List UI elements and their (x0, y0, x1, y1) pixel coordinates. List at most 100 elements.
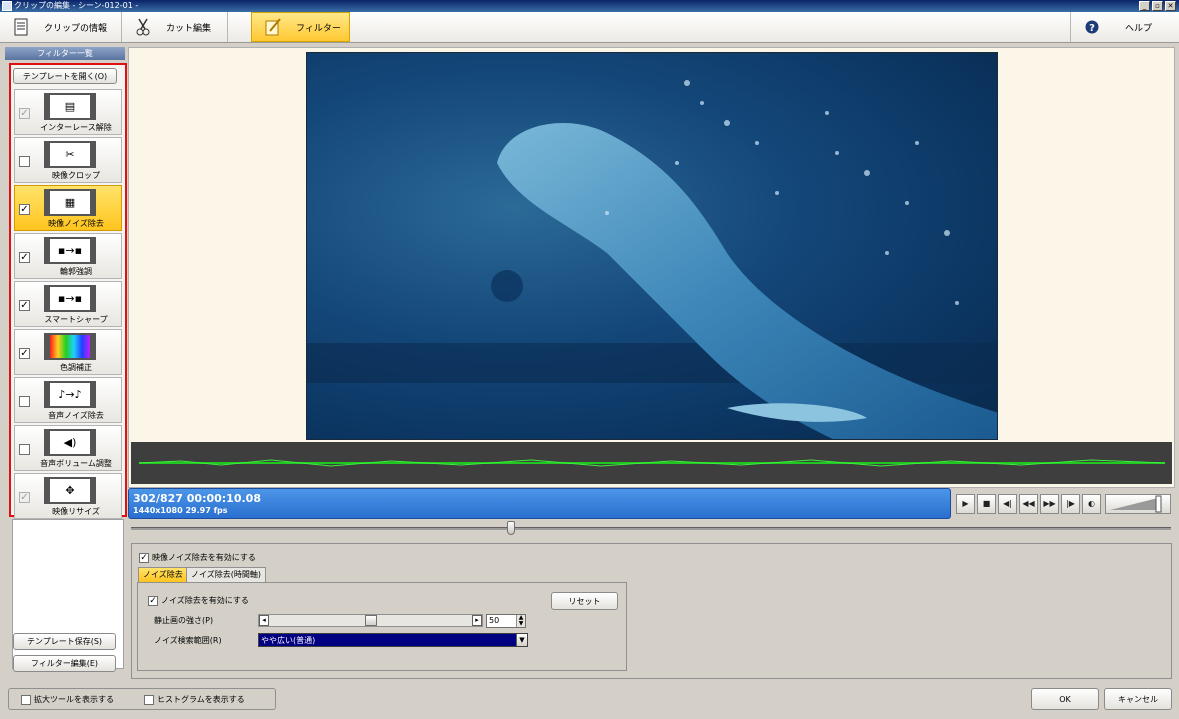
help-icon: ? (1083, 17, 1101, 37)
filter-item[interactable]: ◀) 音声ボリューム調整 (14, 425, 122, 471)
seek-track[interactable] (131, 527, 1171, 530)
zoom-tool-checkbox[interactable] (21, 694, 31, 705)
next-frame-icon: |▶ (1066, 499, 1075, 508)
filter-checkbox[interactable] (19, 156, 30, 167)
rewind-icon: ◀◀ (1022, 499, 1035, 508)
range-dropdown[interactable]: やや広い(普通) ▼ (258, 633, 528, 647)
volume-slider[interactable] (1105, 494, 1171, 514)
rewind-button[interactable]: ◀◀ (1019, 494, 1038, 514)
range-label: ノイズ検索範囲(R) (154, 636, 222, 645)
audio-noise-icon: ♪→♪ (44, 381, 96, 408)
volume-adjust-icon: ◀) (44, 429, 96, 456)
minimize-button[interactable]: _ (1139, 1, 1150, 11)
play-icon: ▶ (962, 499, 969, 508)
cancel-button[interactable]: キャンセル (1104, 688, 1172, 710)
video-preview (306, 52, 998, 440)
video-format: 1440x1080 29.97 fps (133, 506, 228, 515)
filter-checkbox[interactable]: ✓ (19, 252, 30, 263)
crop-icon: ✂ (44, 141, 96, 168)
cut-edit-label: カット編集 (166, 23, 212, 34)
filter-checkbox[interactable]: ✓ (19, 204, 30, 215)
strength-slider-thumb[interactable] (364, 615, 377, 626)
histogram-label: ヒストグラムを表示する (157, 695, 245, 704)
filter-checkbox[interactable]: ✓ (19, 300, 30, 311)
filter-tab-button[interactable]: フィルター (251, 12, 350, 42)
mute-button[interactable]: ◐ (1082, 494, 1101, 514)
next-frame-button[interactable]: |▶ (1061, 494, 1080, 514)
help-button[interactable]: ? ヘルプ (1070, 12, 1170, 42)
color-correction-icon (44, 333, 96, 360)
open-template-button[interactable]: テンプレートを開く(O) (13, 68, 117, 84)
ok-button[interactable]: OK (1031, 688, 1099, 710)
save-template-button[interactable]: テンプレート保存(S) (13, 633, 116, 650)
app-icon (2, 1, 12, 11)
svg-text:?: ? (1089, 23, 1095, 34)
histogram-row[interactable]: ヒストグラムを表示する (144, 694, 245, 705)
histogram-checkbox[interactable] (144, 694, 154, 705)
scissors-icon (134, 17, 152, 37)
tab-noise-reduction-temporal[interactable]: ノイズ除去(時間軸) (186, 567, 267, 582)
filter-item[interactable]: ♪→♪ 音声ノイズ除去 (14, 377, 122, 423)
filter-label: 映像リサイズ (52, 507, 100, 516)
filter-label: 音声ノイズ除去 (48, 411, 104, 420)
title-bar: クリップの編集 - シーン-012-01 - _ ▫ ✕ (0, 0, 1179, 12)
filter-item[interactable]: ✓ ✥ 映像リサイズ (14, 473, 122, 519)
enable-video-noise-row[interactable]: ✓ 映像ノイズ除去を有効にする (139, 552, 256, 563)
filter-item[interactable]: ✓ ▤ インターレース解除 (14, 89, 122, 135)
filter-list: テンプレートを開く(O) ✓ ▤ インターレース解除 ✂ 映像クロップ ✓ ▦ 映像ノイズ除去… (9, 63, 127, 519)
filter-item[interactable]: ✓ ▪→▪ スマートシャープ (14, 281, 122, 327)
strength-spinbox[interactable]: 50 ▲ ▼ (486, 614, 526, 628)
filter-item[interactable]: ✓ ▪→▪ 輪郭強調 (14, 233, 122, 279)
prev-frame-icon: ◀| (1003, 499, 1012, 508)
close-button[interactable]: ✕ (1165, 1, 1176, 11)
reset-button[interactable]: リセット (551, 592, 618, 610)
noise-reduction-icon: ▦ (44, 189, 96, 216)
seek-thumb[interactable] (506, 521, 515, 535)
spin-arrows-icon[interactable]: ▲ ▼ (516, 615, 525, 627)
filter-tab-label: フィルター (296, 23, 341, 34)
edge-enhance-icon: ▪→▪ (44, 237, 96, 264)
strength-slider[interactable]: ◂ ▸ (258, 614, 483, 627)
filter-item[interactable]: ✂ 映像クロップ (14, 137, 122, 183)
speaker-icon: ◐ (1088, 499, 1095, 508)
filter-checkbox[interactable] (19, 396, 30, 407)
clip-info-button[interactable]: クリップの情報 (0, 12, 122, 42)
prev-frame-button[interactable]: ◀| (998, 494, 1017, 514)
slider-right-arrow-icon[interactable]: ▸ (472, 615, 482, 626)
cut-edit-button[interactable]: カット編集 (122, 12, 228, 42)
window-title: クリップの編集 - シーン-012-01 - (14, 1, 139, 10)
enable-video-noise-label: 映像ノイズ除去を有効にする (152, 553, 256, 562)
chevron-down-icon[interactable]: ▼ (516, 634, 527, 646)
deinterlace-icon: ▤ (44, 93, 96, 120)
filter-checkbox: ✓ (19, 492, 30, 503)
frame-position: 302/827 00:00:10.08 (133, 492, 261, 505)
stop-button[interactable]: ■ (977, 494, 996, 514)
display-options: 拡大ツールを表示する ヒストグラムを表示する (8, 688, 276, 710)
noise-reduction-tab-body: ✓ ノイズ除去を有効にする リセット 静止画の強さ(P) ◂ ▸ 50 ▲ ▼ ノ… (137, 582, 627, 671)
play-button[interactable]: ▶ (956, 494, 975, 514)
filter-item[interactable]: ✓ 色調補正 (14, 329, 122, 375)
filter-checkbox: ✓ (19, 108, 30, 119)
enable-video-noise-checkbox[interactable]: ✓ (139, 552, 149, 563)
enable-noise-checkbox[interactable]: ✓ (148, 595, 158, 606)
filter-checkbox[interactable] (19, 444, 30, 455)
filter-label: 映像クロップ (52, 171, 100, 180)
enable-noise-label: ノイズ除去を有効にする (161, 596, 249, 605)
enable-noise-row[interactable]: ✓ ノイズ除去を有効にする (148, 595, 249, 606)
audio-waveform (131, 442, 1172, 484)
tab-noise-reduction[interactable]: ノイズ除去 (138, 567, 188, 582)
filter-item[interactable]: ✓ ▦ 映像ノイズ除去 (14, 185, 122, 231)
slider-left-arrow-icon[interactable]: ◂ (259, 615, 269, 626)
restore-button[interactable]: ▫ (1152, 1, 1163, 11)
zoom-tool-row[interactable]: 拡大ツールを表示する (21, 694, 114, 705)
filter-checkbox[interactable]: ✓ (19, 348, 30, 359)
filter-label: 音声ボリューム調整 (40, 459, 112, 468)
edit-filter-button[interactable]: フィルター編集(E) (13, 655, 116, 672)
timecode-display: 302/827 00:00:10.08 1440x1080 29.97 fps (128, 488, 951, 519)
fast-forward-button[interactable]: ▶▶ (1040, 494, 1059, 514)
document-icon (12, 17, 30, 37)
filter-label: インターレース解除 (40, 123, 112, 132)
strength-value: 50 (489, 616, 500, 625)
toolbar: クリップの情報 カット編集 フィルター ? ヘルプ (0, 12, 1179, 43)
fast-forward-icon: ▶▶ (1043, 499, 1056, 508)
